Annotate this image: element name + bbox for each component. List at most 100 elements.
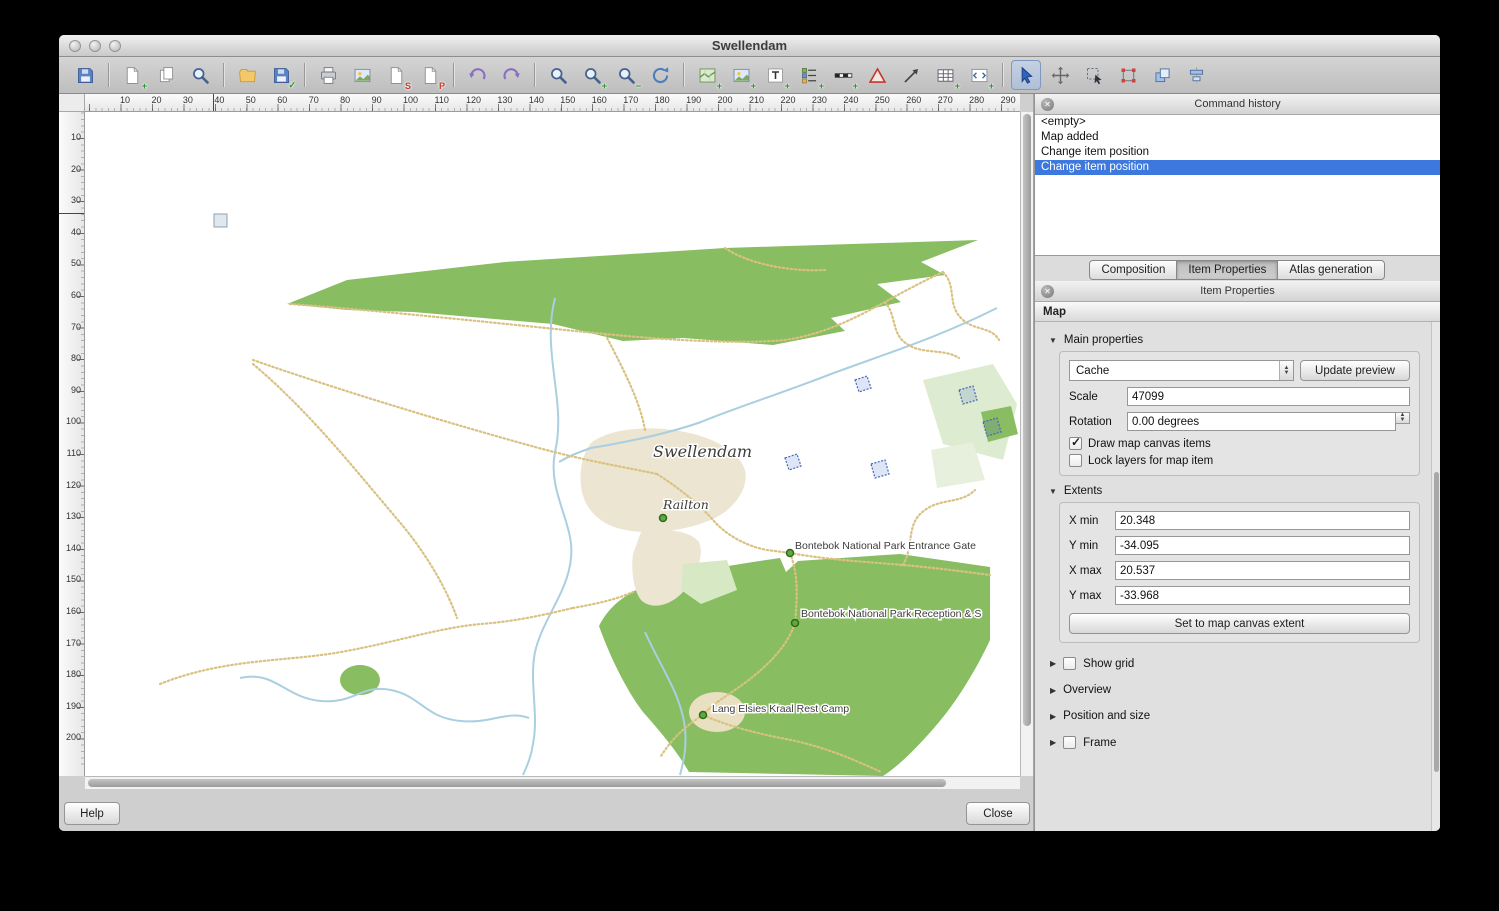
canvas-vertical-scrollbar[interactable] [1020, 112, 1033, 776]
select-items-button[interactable] [1079, 60, 1109, 90]
close-panel-icon[interactable]: ✕ [1041, 285, 1054, 298]
export-pdf-button[interactable]: P [415, 60, 445, 90]
help-button[interactable]: Help [64, 802, 120, 825]
minimize-window-button[interactable] [89, 40, 101, 52]
y-max-input[interactable] [1115, 586, 1410, 605]
scale-input[interactable] [1127, 387, 1410, 406]
export-svg-button[interactable]: S [381, 60, 411, 90]
add-image-button[interactable]: + [726, 60, 756, 90]
duplicate-composition-button[interactable] [151, 60, 181, 90]
ruler-number: 120 [466, 95, 481, 105]
zoom-full-button[interactable] [543, 60, 573, 90]
canvas-horizontal-scrollbar[interactable] [85, 776, 1020, 789]
history-item[interactable]: Change item position [1035, 160, 1440, 175]
ruler-number: 240 [843, 95, 858, 105]
export-image-button[interactable] [347, 60, 377, 90]
ruler-number: 210 [749, 95, 764, 105]
add-scalebar-button[interactable]: + [828, 60, 858, 90]
zoom-in-button[interactable]: + [577, 60, 607, 90]
panel-scrollbar-thumb[interactable] [1434, 472, 1439, 772]
floppy-icon [75, 65, 96, 86]
print-button[interactable] [313, 60, 343, 90]
raise-items-button[interactable] [1147, 60, 1177, 90]
add-legend-button[interactable]: + [794, 60, 824, 90]
history-item[interactable]: Change item position [1035, 145, 1440, 160]
tab-atlas-generation[interactable]: Atlas generation [1277, 260, 1384, 280]
ruler-number: 160 [66, 606, 81, 616]
section-checkbox[interactable] [1063, 736, 1076, 749]
rotation-input[interactable] [1127, 412, 1396, 431]
zoom-window-button[interactable] [109, 40, 121, 52]
cache-dropdown[interactable]: Cache ▲▼ [1069, 360, 1294, 381]
disclosure-triangle-icon[interactable]: ▶ [1050, 659, 1056, 668]
x-max-input[interactable] [1115, 561, 1410, 580]
section-checkbox[interactable] [1063, 657, 1076, 670]
composer-canvas[interactable]: Swellendam Railton Bontebok National Par… [85, 112, 1020, 776]
section-position-and-size[interactable]: ▶Position and size [1050, 710, 1422, 722]
undo-button[interactable] [462, 60, 492, 90]
icon-badge: ✓ [288, 80, 296, 91]
close-button[interactable]: Close [966, 802, 1030, 825]
update-preview-button[interactable]: Update preview [1300, 360, 1410, 381]
titlebar[interactable]: Swellendam [59, 35, 1440, 57]
image-icon [352, 65, 373, 86]
disclosure-triangle-icon[interactable]: ▼ [1049, 336, 1057, 345]
section-overview[interactable]: ▶Overview [1050, 684, 1422, 696]
x-min-input[interactable] [1115, 511, 1410, 530]
redo-button[interactable] [496, 60, 526, 90]
vertical-scrollbar-thumb[interactable] [1023, 114, 1031, 726]
ruler-number: 90 [71, 385, 81, 395]
toolbar-separator [223, 63, 224, 87]
add-table-button[interactable]: + [930, 60, 960, 90]
select-move-item-button[interactable] [1011, 60, 1041, 90]
history-item[interactable]: <empty> [1035, 115, 1440, 130]
extents-section[interactable]: ▼ Extents [1049, 485, 1422, 497]
refresh-view-button[interactable] [645, 60, 675, 90]
add-shape-button[interactable] [862, 60, 892, 90]
item-type-bar: Map [1035, 302, 1440, 322]
main-properties-section[interactable]: ▼ Main properties [1049, 334, 1422, 346]
add-map-button[interactable]: + [692, 60, 722, 90]
add-html-button[interactable]: + [964, 60, 994, 90]
disclosure-triangle-icon[interactable]: ▶ [1050, 712, 1056, 721]
section-frame[interactable]: ▶Frame [1050, 736, 1422, 749]
composer-small-item[interactable] [214, 214, 227, 227]
history-item[interactable]: Map added [1035, 130, 1440, 145]
dropdown-arrows-icon[interactable]: ▲▼ [1279, 361, 1293, 380]
load-template-button[interactable] [232, 60, 262, 90]
disclosure-triangle-icon[interactable]: ▶ [1050, 738, 1056, 747]
tab-item-properties[interactable]: Item Properties [1176, 260, 1278, 280]
ruler-number: 230 [812, 95, 827, 105]
tab-composition[interactable]: Composition [1089, 260, 1177, 280]
composition-manager-button[interactable] [185, 60, 215, 90]
disclosure-triangle-icon[interactable]: ▶ [1050, 686, 1056, 695]
save-project-button[interactable] [70, 60, 100, 90]
move-item-content-button[interactable] [1045, 60, 1075, 90]
spinner-arrows-icon[interactable]: ▲▼ [1396, 412, 1410, 424]
disclosure-triangle-icon[interactable]: ▼ [1049, 487, 1057, 496]
ruler-number: 80 [71, 353, 81, 363]
lock-layers-checkbox[interactable] [1069, 454, 1082, 467]
panel-scrollbar[interactable] [1431, 322, 1440, 831]
ruler-number: 200 [66, 732, 81, 742]
ruler-number: 100 [66, 416, 81, 426]
ruler-number: 110 [67, 448, 81, 458]
new-composition-button[interactable]: + [117, 60, 147, 90]
y-min-input[interactable] [1115, 536, 1410, 555]
section-show-grid[interactable]: ▶Show grid [1050, 657, 1422, 670]
draw-map-canvas-items-checkbox[interactable] [1069, 437, 1082, 450]
map-item[interactable]: Swellendam Railton Bontebok National Par… [85, 112, 1020, 776]
toolbar-separator [683, 63, 684, 87]
edit-nodes-button[interactable] [1113, 60, 1143, 90]
zoom-out-button[interactable]: − [611, 60, 641, 90]
close-panel-icon[interactable]: ✕ [1041, 98, 1054, 111]
add-label-button[interactable]: + [760, 60, 790, 90]
close-window-button[interactable] [69, 40, 81, 52]
ruler-number: 140 [66, 543, 81, 553]
set-to-map-canvas-extent-button[interactable]: Set to map canvas extent [1069, 613, 1410, 634]
horizontal-scrollbar-thumb[interactable] [88, 779, 946, 787]
add-arrow-button[interactable] [896, 60, 926, 90]
save-template-button[interactable]: ✓ [266, 60, 296, 90]
magnifier-icon [548, 65, 569, 86]
align-items-button[interactable] [1181, 60, 1211, 90]
